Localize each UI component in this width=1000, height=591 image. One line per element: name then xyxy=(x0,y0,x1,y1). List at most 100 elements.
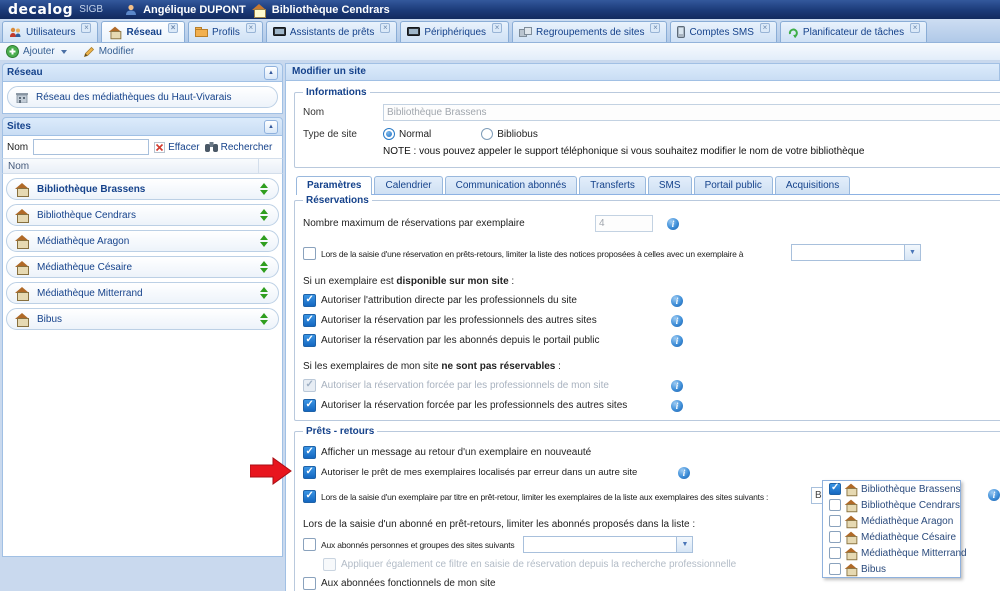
item-checkbox[interactable] xyxy=(829,531,841,543)
reservation-portail-checkbox[interactable] xyxy=(303,334,316,347)
abonnes-personnes-groupes-checkbox[interactable] xyxy=(303,538,316,551)
dropdown-item-aragon[interactable]: Médiathèque Aragon xyxy=(823,513,960,529)
info-icon[interactable] xyxy=(678,467,690,479)
tab-sms[interactable]: SMS xyxy=(648,176,692,194)
tab-reseau[interactable]: Réseau xyxy=(101,21,185,42)
limit-notices-checkbox[interactable] xyxy=(303,247,316,260)
search-button[interactable]: Rechercher xyxy=(205,142,273,153)
tab-profils[interactable]: Profils xyxy=(188,21,263,42)
move-up-down-icon[interactable] xyxy=(260,235,268,247)
info-icon[interactable] xyxy=(671,335,683,347)
move-up-down-icon[interactable] xyxy=(260,209,268,221)
collapse-icon[interactable] xyxy=(264,120,278,134)
tab-parametres[interactable]: Paramètres xyxy=(296,176,372,195)
info-icon[interactable] xyxy=(671,380,683,392)
tab-utilisateurs[interactable]: Utilisateurs xyxy=(2,21,98,42)
limit-exemplaires-sites-checkbox[interactable] xyxy=(303,490,316,503)
site-search-input[interactable] xyxy=(33,139,149,155)
modify-label: Modifier xyxy=(99,46,135,57)
site-name: Médiathèque Aragon xyxy=(37,236,252,247)
move-up-down-icon[interactable] xyxy=(260,261,268,273)
option-label: Autoriser la réservation par les abonnés… xyxy=(321,335,666,346)
collapse-icon[interactable] xyxy=(264,66,278,80)
info-icon[interactable] xyxy=(667,218,679,230)
modify-button[interactable]: Modifier xyxy=(83,46,135,58)
tab-acquisitions[interactable]: Acquisitions xyxy=(775,176,850,194)
sites-column-header[interactable]: Nom xyxy=(2,158,283,174)
scheduler-icon xyxy=(787,27,799,38)
item-checkbox[interactable] xyxy=(829,515,841,527)
close-icon[interactable] xyxy=(168,23,178,33)
dropdown-item-cendrars[interactable]: Bibliothèque Cendrars xyxy=(823,497,960,513)
close-icon[interactable] xyxy=(492,23,502,33)
site-row-bibus[interactable]: Bibus xyxy=(6,308,279,330)
add-button[interactable]: Ajouter xyxy=(6,45,67,58)
tab-calendrier[interactable]: Calendrier xyxy=(374,176,442,194)
home-icon xyxy=(845,548,858,559)
dropdown-item-bibus[interactable]: Bibus xyxy=(823,561,960,577)
radio-bibliobus[interactable] xyxy=(481,128,493,140)
move-up-down-icon[interactable] xyxy=(260,287,268,299)
chevron-down-icon[interactable] xyxy=(904,245,920,260)
close-icon[interactable] xyxy=(81,23,91,33)
item-checkbox[interactable] xyxy=(829,547,841,559)
abonnes-fonctionnels-checkbox[interactable] xyxy=(303,577,316,590)
close-icon[interactable] xyxy=(246,23,256,33)
site-row-cendrars[interactable]: Bibliothèque Cendrars xyxy=(6,204,279,226)
building-icon xyxy=(16,92,28,103)
radio-normal[interactable] xyxy=(383,128,395,140)
tab-label: Réseau xyxy=(126,27,162,38)
available-heading: Si un exemplaire est disponible sur mon … xyxy=(303,276,1000,287)
chevron-down-icon[interactable] xyxy=(676,537,692,552)
reservation-autres-sites-checkbox[interactable] xyxy=(303,314,316,327)
item-checkbox[interactable] xyxy=(829,563,841,575)
network-item[interactable]: Réseau des médiathèques du Haut-Vivarais xyxy=(7,86,278,108)
site-row-cesaire[interactable]: Médiathèque Césaire xyxy=(6,256,279,278)
info-icon[interactable] xyxy=(671,400,683,412)
option-row: Autoriser la réservation forcée par les … xyxy=(303,399,1000,412)
item-checkbox[interactable] xyxy=(829,483,841,495)
tab-planificateur-de-taches[interactable]: Planificateur de tâches xyxy=(780,21,927,42)
tab-communication-abonnes[interactable]: Communication abonnés xyxy=(445,176,578,194)
plus-icon xyxy=(6,45,19,58)
dropdown-item-cesaire[interactable]: Médiathèque Césaire xyxy=(823,529,960,545)
home-icon xyxy=(845,516,858,527)
option-label: Autoriser la réservation forcée par les … xyxy=(321,380,666,391)
tab-regroupements-de-sites[interactable]: Regroupements de sites xyxy=(512,21,667,42)
clear-button[interactable]: Effacer xyxy=(154,142,200,153)
close-icon[interactable] xyxy=(910,23,920,33)
item-checkbox[interactable] xyxy=(829,499,841,511)
site-row-aragon[interactable]: Médiathèque Aragon xyxy=(6,230,279,252)
close-icon[interactable] xyxy=(650,23,660,33)
sites-panel-header: Sites xyxy=(2,117,283,136)
tab-portail-public[interactable]: Portail public xyxy=(694,176,773,194)
tab-transferts[interactable]: Transferts xyxy=(579,176,646,194)
tab-peripheriques[interactable]: Périphériques xyxy=(400,21,509,42)
home-icon xyxy=(845,484,858,495)
user-icon xyxy=(125,4,137,16)
move-up-down-icon[interactable] xyxy=(260,183,268,195)
close-icon[interactable] xyxy=(760,23,770,33)
sites-panel: Sites Nom Effacer Rechercher Nom xyxy=(2,117,283,557)
reservation-forcee-autres-sites-checkbox[interactable] xyxy=(303,399,316,412)
site-row-mitterrand[interactable]: Médiathèque Mitterrand xyxy=(6,282,279,304)
dropdown-item-mitterrand[interactable]: Médiathèque Mitterrand xyxy=(823,545,960,561)
dropdown-item-brassens[interactable]: Bibliothèque Brassens xyxy=(823,481,960,497)
site-row-brassens[interactable]: Bibliothèque Brassens xyxy=(6,178,279,200)
option-row: Autoriser la réservation par les abonnés… xyxy=(303,334,1000,347)
search-field-label: Nom xyxy=(7,142,28,153)
tab-comptes-sms[interactable]: Comptes SMS xyxy=(670,21,776,42)
sites-search-bar: Nom Effacer Rechercher xyxy=(2,136,283,158)
close-icon[interactable] xyxy=(380,23,390,33)
pret-localises-erreur-checkbox[interactable] xyxy=(303,466,316,479)
sites-group-icon xyxy=(519,27,532,37)
decalog-logo: decalog xyxy=(8,2,73,18)
info-icon[interactable] xyxy=(671,295,683,307)
message-nouveaute-checkbox[interactable] xyxy=(303,446,316,459)
attribution-directe-checkbox[interactable] xyxy=(303,294,316,307)
tab-assistants-de-prets[interactable]: Assistants de prêts xyxy=(266,21,397,42)
info-icon[interactable] xyxy=(988,489,1000,501)
move-up-down-icon[interactable] xyxy=(260,313,268,325)
sites-filter-dropdown: Bibliothèque Brassens Bibliothèque Cendr… xyxy=(822,480,961,578)
info-icon[interactable] xyxy=(671,315,683,327)
